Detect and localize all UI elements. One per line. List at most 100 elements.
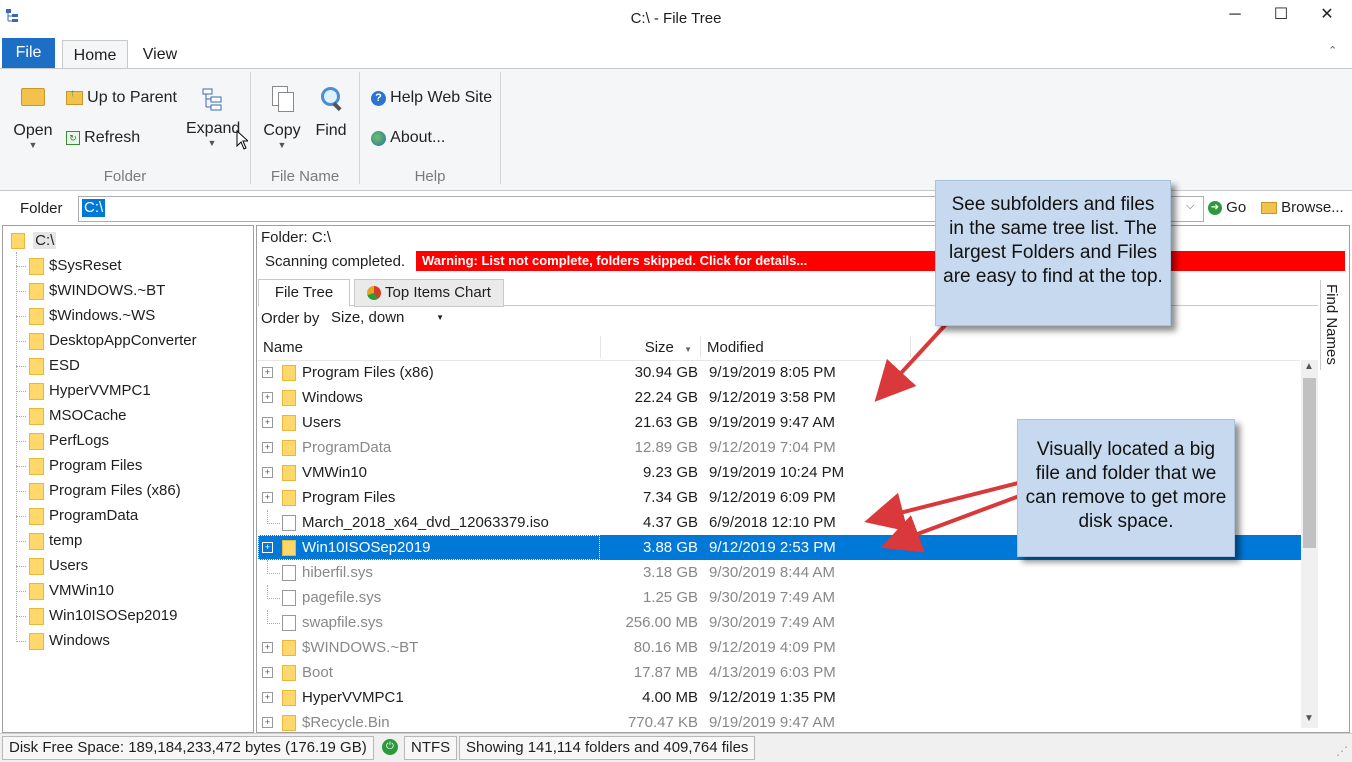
- row-modified: 9/12/2019 6:09 PM: [709, 489, 836, 506]
- header-divider: [700, 336, 701, 358]
- group-divider: [500, 72, 501, 184]
- column-header-modified[interactable]: Modified: [707, 339, 764, 356]
- table-row[interactable]: + Program Files (x86) 30.94 GB 9/19/2019 8:…: [258, 360, 1301, 385]
- size-header-label: Size: [644, 339, 674, 356]
- folder-icon: [29, 358, 44, 375]
- tree-item[interactable]: ESD: [49, 355, 80, 377]
- file-system-type: NTFS: [404, 736, 458, 760]
- folder-icon: [29, 258, 44, 275]
- tab-file[interactable]: File: [2, 38, 55, 68]
- tree-item[interactable]: Program Files: [49, 455, 142, 477]
- table-row[interactable]: + Windows 22.24 GB 9/12/2019 3:58 PM: [258, 385, 1301, 410]
- tree-root[interactable]: C:\: [11, 230, 57, 252]
- callout-top: See subfolders and files in the same tre…: [935, 180, 1171, 326]
- tab-top-items-chart-label: Top Items Chart: [385, 284, 491, 301]
- scroll-down-icon[interactable]: ▼: [1304, 713, 1314, 724]
- tree-connector: [16, 366, 26, 367]
- about-button[interactable]: About...: [371, 129, 445, 151]
- tree-item[interactable]: VMWin10: [49, 580, 114, 602]
- row-name: hiberfil.sys: [302, 564, 373, 581]
- column-header-size[interactable]: Size ▼: [602, 339, 692, 356]
- tree-item[interactable]: Program Files (x86): [49, 480, 181, 502]
- go-label: Go: [1226, 199, 1247, 216]
- tree-item[interactable]: $Windows.~WS: [49, 305, 155, 327]
- expand-toggle-icon[interactable]: +: [262, 717, 273, 728]
- table-row[interactable]: + Boot 17.87 MB 4/13/2019 6:03 PM: [258, 660, 1301, 685]
- tree-guide-line: [16, 252, 18, 642]
- table-row[interactable]: pagefile.sys 1.25 GB 9/30/2019 7:49 AM: [258, 585, 1301, 610]
- expand-toggle-icon[interactable]: +: [262, 667, 273, 678]
- row-modified: 4/13/2019 6:03 PM: [709, 664, 836, 681]
- minimize-button[interactable]: ─: [1212, 0, 1258, 32]
- tree-item[interactable]: $WINDOWS.~BT: [49, 280, 165, 302]
- row-size: 1.25 GB: [642, 589, 698, 606]
- order-by-select[interactable]: Size, down ▼: [328, 307, 450, 329]
- expand-toggle-icon[interactable]: +: [262, 467, 273, 478]
- expand-toggle-icon[interactable]: +: [262, 417, 273, 428]
- row-name: Boot: [302, 664, 333, 681]
- refresh-icon: ↻: [66, 131, 80, 146]
- resize-grip-icon[interactable]: ⋰: [1336, 744, 1348, 758]
- scrollbar-thumb[interactable]: [1303, 378, 1316, 548]
- find-names-label: Find Names: [1323, 284, 1340, 365]
- tree-item[interactable]: ProgramData: [49, 505, 138, 527]
- open-button[interactable]: Open ▼: [10, 84, 56, 156]
- tree-item[interactable]: $SysReset: [49, 255, 122, 277]
- tab-file-tree-label: File Tree: [274, 284, 334, 301]
- mouse-cursor-icon: [236, 129, 250, 154]
- copy-button[interactable]: Copy ▼: [262, 84, 302, 156]
- close-button[interactable]: ✕: [1304, 0, 1350, 32]
- tab-file-tree[interactable]: File Tree: [258, 279, 350, 307]
- up-to-parent-button[interactable]: ↑ Up to Parent: [66, 88, 177, 111]
- refresh-button[interactable]: ↻ Refresh: [66, 129, 140, 151]
- folder-icon: [29, 283, 44, 300]
- tree-item[interactable]: Users: [49, 555, 88, 577]
- chevron-down-icon: ▼: [207, 138, 217, 148]
- row-size: 4.00 MB: [642, 689, 698, 706]
- find-names-side-tab[interactable]: Find Names: [1320, 280, 1345, 370]
- collapse-ribbon-icon[interactable]: ⌃: [1328, 44, 1337, 57]
- go-button[interactable]: ➜ Go: [1208, 199, 1246, 219]
- tab-view[interactable]: View: [130, 40, 190, 69]
- tree-item[interactable]: MSOCache: [49, 405, 127, 427]
- tab-home[interactable]: Home: [62, 40, 128, 70]
- expand-toggle-icon[interactable]: +: [262, 642, 273, 653]
- table-row[interactable]: + $WINDOWS.~BT 80.16 MB 9/12/2019 4:09 PM: [258, 635, 1301, 660]
- table-row[interactable]: + $Recycle.Bin 770.47 KB 9/19/2019 9:47 AM: [258, 710, 1301, 735]
- table-row[interactable]: swapfile.sys 256.00 MB 9/30/2019 7:49 AM: [258, 610, 1301, 635]
- expand-toggle-icon[interactable]: +: [262, 367, 273, 378]
- folder-icon: [282, 715, 296, 731]
- warning-banner[interactable]: Warning: List not complete, folders skip…: [416, 251, 1345, 271]
- expand-toggle-icon[interactable]: +: [262, 692, 273, 703]
- tree-connector: [16, 466, 26, 467]
- browse-button[interactable]: Browse...: [1261, 199, 1344, 219]
- tree-connector: [16, 291, 26, 292]
- expand-label: Expand: [186, 120, 241, 137]
- expand-toggle-icon[interactable]: +: [262, 392, 273, 403]
- expand-toggle-icon[interactable]: +: [262, 442, 273, 453]
- tab-top-items-chart[interactable]: Top Items Chart: [354, 279, 504, 307]
- expand-button[interactable]: Expand ▼: [186, 84, 241, 156]
- tree-item[interactable]: temp: [49, 530, 82, 552]
- tree-item[interactable]: DesktopAppConverter: [49, 330, 197, 352]
- about-label: About...: [390, 129, 446, 146]
- table-row[interactable]: hiberfil.sys 3.18 GB 9/30/2019 8:44 AM: [258, 560, 1301, 585]
- folder-icon: [29, 383, 44, 400]
- folder-icon: [29, 483, 44, 500]
- table-row[interactable]: + HyperVVMPC1 4.00 MB 9/12/2019 1:35 PM: [258, 685, 1301, 710]
- tree-item[interactable]: Windows: [49, 630, 110, 652]
- find-button[interactable]: Find: [312, 84, 350, 144]
- help-web-site-button[interactable]: ? Help Web Site: [371, 89, 492, 111]
- folder-icon: [282, 690, 296, 706]
- folder-tree[interactable]: C:\ $SysReset $WINDOWS.~BT $Windows.~WS Des…: [2, 225, 254, 733]
- column-header-name[interactable]: Name: [263, 339, 303, 356]
- maximize-button[interactable]: ☐: [1258, 0, 1304, 32]
- folder-dropdown-icon[interactable]: ⌵: [1186, 200, 1194, 213]
- scroll-up-icon[interactable]: ▲: [1304, 361, 1314, 372]
- tree-item[interactable]: PerfLogs: [49, 430, 109, 452]
- tree-connector: [16, 616, 26, 617]
- row-modified: 9/19/2019 10:24 PM: [709, 464, 845, 481]
- tree-item[interactable]: HyperVVMPC1: [49, 380, 151, 402]
- tree-item[interactable]: Win10ISOSep2019: [49, 605, 177, 627]
- expand-toggle-icon[interactable]: +: [262, 492, 273, 503]
